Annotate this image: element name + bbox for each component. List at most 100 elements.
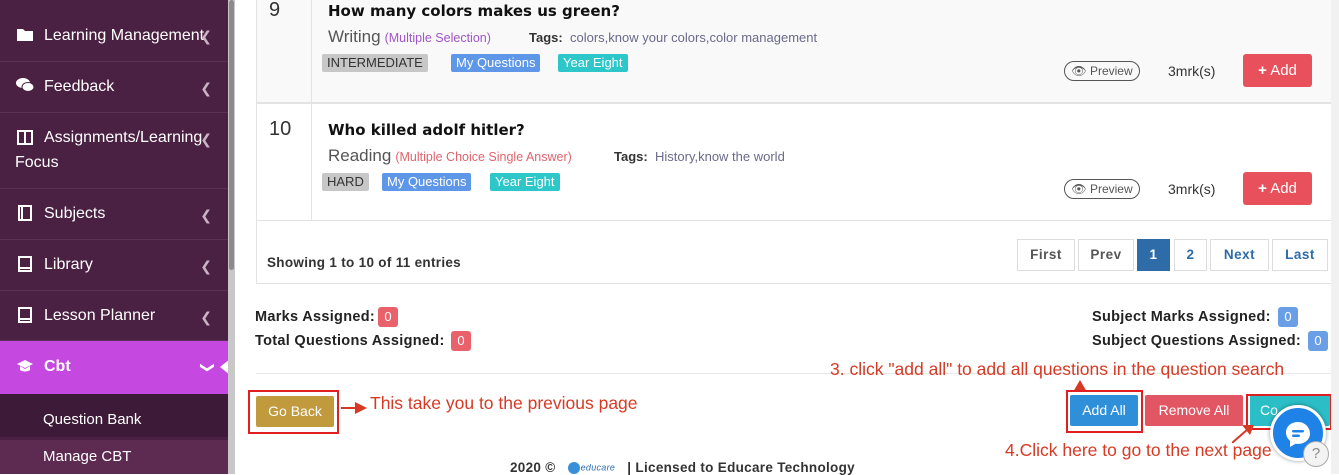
chevron-left-icon: ❮ xyxy=(200,258,212,274)
sidebar-item-label-cont: Focus xyxy=(15,154,59,171)
plus-icon: + xyxy=(1258,180,1267,197)
sidebar-subitem-manage-cbt[interactable]: Manage CBT xyxy=(0,440,228,474)
question-title: Who killed adolf hitler? xyxy=(328,121,525,139)
question-type: Reading (Multiple Choice Single Answer) xyxy=(328,146,572,166)
main-content: 9 How many colors makes us green? Writin… xyxy=(235,0,1339,475)
sidebar: Learning Management ❮ Feedback ❮ Assignm… xyxy=(0,0,235,474)
plus-icon: + xyxy=(1258,62,1267,79)
pagination-page-2[interactable]: 2 xyxy=(1174,239,1207,271)
subject-questions-count: 0 xyxy=(1308,331,1328,351)
pagination-prev[interactable]: Prev xyxy=(1078,239,1134,271)
source-badge: My Questions xyxy=(451,54,541,72)
comments-icon xyxy=(16,78,35,96)
sidebar-subitem-question-bank[interactable]: Question Bank xyxy=(0,403,228,437)
arrow-right-icon xyxy=(341,402,367,414)
question-type-label: Reading xyxy=(328,146,392,165)
footer-license: | Licensed to Educare Technology xyxy=(627,460,855,475)
question-number: 10 xyxy=(257,104,312,220)
question-marks: 3mrk(s) xyxy=(1168,181,1216,197)
add-label: Add xyxy=(1270,62,1297,79)
preview-button[interactable]: 👁 Preview xyxy=(1064,61,1140,81)
level-badge: INTERMEDIATE xyxy=(322,54,428,72)
sidebar-item-label: Lesson Planner xyxy=(44,307,156,324)
preview-label: Preview xyxy=(1089,64,1133,78)
sidebar-item-label: Subjects xyxy=(44,205,106,222)
source-badge: My Questions xyxy=(382,173,472,191)
annotation-go-back: This take you to the previous page xyxy=(370,393,638,413)
sidebar-item-label: Library xyxy=(44,256,93,273)
subject-marks-count: 0 xyxy=(1278,307,1298,327)
sidebar-item-learning-management[interactable]: Learning Management ❮ xyxy=(0,12,228,62)
question-row: 10 Who killed adolf hitler? Reading (Mult… xyxy=(256,103,1335,221)
page-scrollbar[interactable] xyxy=(1331,0,1339,474)
question-number: 9 xyxy=(257,0,312,102)
chevron-left-icon: ❮ xyxy=(200,207,212,223)
help-icon[interactable]: ? xyxy=(1303,441,1329,467)
total-questions-count: 0 xyxy=(451,331,471,351)
go-back-highlight xyxy=(248,390,339,434)
sidebar-item-cbt[interactable]: Cbt ❮ xyxy=(0,341,235,394)
chevron-left-icon: ❮ xyxy=(200,309,212,325)
question-title: How many colors makes us green? xyxy=(328,2,620,20)
marks-assigned-label: Marks Assigned: xyxy=(255,309,375,325)
book-icon xyxy=(16,205,34,225)
level-badge: HARD xyxy=(322,173,369,191)
sidebar-item-lesson-planner[interactable]: Lesson Planner ❮ xyxy=(0,291,228,341)
book-icon xyxy=(16,307,34,327)
pagination-page-1[interactable]: 1 xyxy=(1137,239,1170,271)
preview-button[interactable]: 👁 Preview xyxy=(1064,179,1140,199)
add-all-highlight xyxy=(1066,390,1143,433)
chevron-down-icon: ❮ xyxy=(197,361,214,374)
folder-icon xyxy=(16,27,34,45)
footer-year: 2020 © xyxy=(510,460,556,475)
tags-value: colors,know your colors,color management xyxy=(570,30,818,45)
chevron-left-icon: ❮ xyxy=(200,131,212,147)
eye-icon: 👁 xyxy=(1071,64,1087,78)
pagination-last[interactable]: Last xyxy=(1272,239,1328,271)
pagination-first[interactable]: First xyxy=(1017,239,1075,271)
chevron-left-icon: ❮ xyxy=(200,28,212,44)
sidebar-item-label: Cbt xyxy=(44,358,71,375)
pagination-next[interactable]: Next xyxy=(1210,239,1269,271)
marks-assigned-count: 0 xyxy=(378,307,398,327)
year-badge: Year Eight xyxy=(490,173,560,191)
sidebar-item-label: Assignments/Learning xyxy=(44,129,203,146)
annotation-add-all: 3. click "add all" to add all questions … xyxy=(830,359,1285,379)
chevron-left-icon: ❮ xyxy=(200,80,212,96)
graduation-cap-icon xyxy=(16,359,34,377)
question-subtype: (Multiple Selection) xyxy=(384,31,491,45)
book-icon xyxy=(16,130,34,149)
book-icon xyxy=(16,256,34,276)
preview-label: Preview xyxy=(1089,182,1133,196)
sidebar-item-label: Learning Management xyxy=(44,27,205,44)
year-badge: Year Eight xyxy=(558,54,628,72)
subject-marks-label: Subject Marks Assigned: xyxy=(1092,309,1271,325)
add-question-button[interactable]: + Add xyxy=(1243,172,1312,205)
question-row: 9 How many colors makes us green? Writin… xyxy=(256,0,1335,103)
sidebar-item-label: Feedback xyxy=(44,78,115,95)
tags-label: Tags: xyxy=(614,149,648,164)
sidebar-item-feedback[interactable]: Feedback ❮ xyxy=(0,62,228,113)
add-question-button[interactable]: + Add xyxy=(1243,54,1312,87)
annotation-continue: 4.Click here to go to the next page xyxy=(1005,440,1272,460)
sidebar-item-assignments[interactable]: Assignments/Learning Focus ❮ xyxy=(0,113,228,189)
entries-info: Showing 1 to 10 of 11 entries xyxy=(267,255,461,270)
remove-all-button[interactable]: Remove All xyxy=(1145,395,1243,426)
sidebar-scrollbar-thumb[interactable] xyxy=(229,0,234,270)
total-questions-label: Total Questions Assigned: xyxy=(255,333,445,349)
question-subtype: (Multiple Choice Single Answer) xyxy=(395,150,572,164)
eye-icon: 👁 xyxy=(1071,182,1087,196)
tags-value: History,know the world xyxy=(655,149,785,164)
sidebar-item-library[interactable]: Library ❮ xyxy=(0,240,228,291)
question-type: Writing (Multiple Selection) xyxy=(328,27,491,47)
subject-questions-label: Subject Questions Assigned: xyxy=(1092,333,1301,349)
add-label: Add xyxy=(1270,180,1297,197)
question-marks: 3mrk(s) xyxy=(1168,63,1216,79)
arrow-up-right-icon xyxy=(1232,425,1254,443)
sidebar-item-subjects[interactable]: Subjects ❮ xyxy=(0,189,228,240)
footer: 2020 © educare | Licensed to Educare Tec… xyxy=(510,460,855,475)
question-type-label: Writing xyxy=(328,27,381,46)
table-footer: Showing 1 to 10 of 11 entries First Prev… xyxy=(256,221,1335,284)
tags-label: Tags: xyxy=(529,30,563,45)
educare-logo: educare xyxy=(567,462,616,475)
